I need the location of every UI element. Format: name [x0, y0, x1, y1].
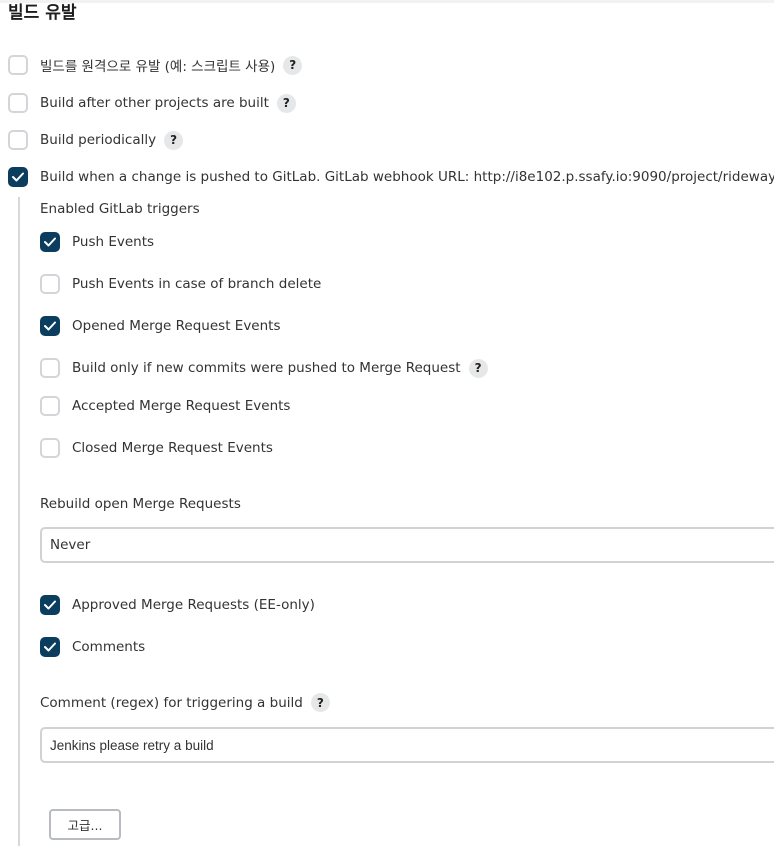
rebuild-open-mr-label: Rebuild open Merge Requests [40, 496, 241, 512]
comment-regex-label: Comment (regex) for triggering a build [40, 694, 303, 711]
help-icon[interactable]: ? [310, 693, 330, 712]
help-icon[interactable]: ? [276, 93, 296, 113]
event-push-branch-delete-row[interactable]: Push Events in case of branch delete [40, 274, 321, 294]
trigger-gitlab-checkbox[interactable] [8, 167, 28, 187]
event-approved-mr-checkbox[interactable] [40, 595, 60, 615]
event-push-row[interactable]: Push Events [40, 232, 154, 252]
help-icon[interactable]: ? [283, 55, 303, 75]
trigger-remote-row[interactable]: 빌드를 원격으로 유발 (예: 스크립트 사용) ? [8, 55, 303, 75]
event-opened-mr-checkbox[interactable] [40, 316, 60, 336]
event-new-commits-mr-checkbox[interactable] [40, 358, 60, 378]
trigger-gitlab-row[interactable]: Build when a change is pushed to GitLab.… [8, 167, 774, 187]
trigger-after-other-label[interactable]: Build after other projects are built [40, 95, 269, 111]
event-push-branch-delete-label[interactable]: Push Events in case of branch delete [72, 276, 321, 292]
event-comments-label[interactable]: Comments [72, 639, 145, 655]
event-comments-checkbox[interactable] [40, 637, 60, 657]
trigger-periodically-checkbox[interactable] [8, 130, 28, 150]
comment-regex-label-row: Comment (regex) for triggering a build ? [40, 693, 330, 712]
trigger-periodically-row[interactable]: Build periodically ? [8, 130, 184, 150]
comment-regex-input[interactable] [40, 727, 774, 763]
event-new-commits-mr-row[interactable]: Build only if new commits were pushed to… [40, 358, 488, 378]
help-icon[interactable]: ? [164, 130, 184, 150]
event-opened-mr-label[interactable]: Opened Merge Request Events [72, 318, 281, 334]
trigger-remote-label[interactable]: 빌드를 원격으로 유발 (예: 스크립트 사용) [40, 55, 275, 75]
trigger-after-other-checkbox[interactable] [8, 93, 28, 113]
checkmark-icon [44, 321, 56, 331]
event-closed-mr-checkbox[interactable] [40, 438, 60, 458]
section-title: 빌드 유발 [8, 3, 77, 23]
checkmark-icon [44, 600, 56, 610]
event-push-label[interactable]: Push Events [72, 234, 154, 250]
event-accepted-mr-label[interactable]: Accepted Merge Request Events [72, 398, 290, 414]
event-push-branch-delete-checkbox[interactable] [40, 274, 60, 294]
checkmark-icon [12, 172, 24, 182]
event-approved-mr-label[interactable]: Approved Merge Requests (EE-only) [72, 597, 315, 613]
event-closed-mr-label[interactable]: Closed Merge Request Events [72, 440, 273, 456]
trigger-gitlab-label[interactable]: Build when a change is pushed to GitLab.… [40, 169, 774, 185]
event-accepted-mr-checkbox[interactable] [40, 396, 60, 416]
checkmark-icon [44, 237, 56, 247]
top-divider [0, 0, 774, 3]
rebuild-open-mr-select[interactable]: Never [40, 527, 774, 563]
event-closed-mr-row[interactable]: Closed Merge Request Events [40, 438, 273, 458]
event-new-commits-mr-label[interactable]: Build only if new commits were pushed to… [72, 360, 461, 376]
advanced-button[interactable]: 고급... [49, 809, 121, 840]
event-accepted-mr-row[interactable]: Accepted Merge Request Events [40, 396, 290, 416]
event-push-checkbox[interactable] [40, 232, 60, 252]
event-comments-row[interactable]: Comments [40, 637, 145, 657]
help-icon[interactable]: ? [468, 358, 488, 378]
trigger-remote-checkbox[interactable] [8, 55, 28, 75]
enabled-triggers-label: Enabled GitLab triggers [40, 201, 200, 217]
rebuild-open-mr-value: Never [50, 537, 91, 553]
event-opened-mr-row[interactable]: Opened Merge Request Events [40, 316, 281, 336]
checkmark-icon [44, 642, 56, 652]
trigger-periodically-label[interactable]: Build periodically [40, 132, 156, 148]
trigger-after-other-row[interactable]: Build after other projects are built ? [8, 93, 296, 113]
nested-options-indent-line [18, 197, 20, 846]
event-approved-mr-row[interactable]: Approved Merge Requests (EE-only) [40, 595, 315, 615]
